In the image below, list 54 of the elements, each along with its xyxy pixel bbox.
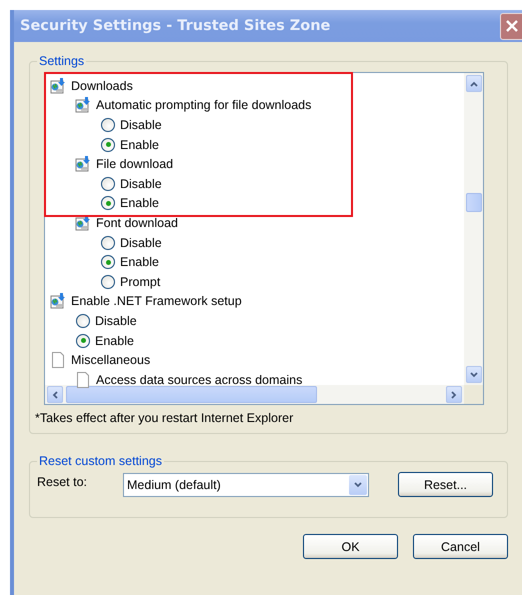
window-title: Security Settings - Trusted Sites Zone — [20, 18, 330, 34]
globe-download-icon — [75, 156, 91, 172]
close-button[interactable] — [500, 12, 522, 40]
scroll-up-button[interactable] — [466, 75, 482, 92]
option-label: Enable — [120, 196, 159, 210]
option-label: Enable — [120, 255, 159, 270]
setting-label: Automatic prompting for file downloads — [96, 98, 312, 112]
radio-button[interactable] — [101, 138, 115, 152]
setting-label: Access data sources across domains — [96, 372, 302, 387]
close-icon — [506, 20, 518, 32]
globe-download-icon — [75, 97, 91, 114]
radio-button[interactable] — [76, 314, 90, 328]
radio-button[interactable] — [101, 176, 115, 191]
option-label: Prompt — [120, 274, 160, 289]
reset-button[interactable]: Reset... — [398, 472, 493, 497]
page-icon — [50, 352, 66, 368]
page-icon — [75, 372, 91, 388]
scroll-thumb[interactable] — [466, 193, 482, 212]
scroll-down-button[interactable] — [466, 366, 482, 383]
setting-label: File download — [96, 157, 174, 172]
footnote-text: *Takes effect after you restart Internet Explorer — [35, 411, 294, 425]
setting-label: Miscellaneous — [71, 353, 150, 368]
scrollbar-corner — [464, 385, 483, 404]
globe-download-icon — [50, 78, 66, 94]
setting-label: Downloads — [71, 78, 133, 93]
horizontal-scrollbar[interactable] — [45, 385, 464, 404]
scroll-left-button[interactable] — [47, 386, 63, 403]
dialog-button[interactable]: OK — [303, 534, 398, 559]
option-label: Disable — [95, 314, 137, 328]
level-dropdown[interactable]: Medium (default) — [123, 472, 369, 496]
option-label: Disable — [120, 236, 162, 250]
chevron-down-icon — [354, 482, 362, 488]
scroll-thumb[interactable] — [66, 386, 317, 403]
option-label: Disable — [120, 118, 162, 132]
dialog-button[interactable]: Cancel — [413, 534, 508, 559]
vertical-scrollbar[interactable] — [464, 73, 483, 385]
setting-label: Enable .NET Framework setup — [71, 294, 242, 308]
radio-button[interactable] — [101, 196, 115, 210]
option-label: Disable — [120, 176, 162, 191]
reset-to-label: Reset to: — [37, 474, 88, 488]
radio-button[interactable] — [101, 255, 115, 270]
globe-download-icon — [50, 293, 66, 310]
scroll-right-button[interactable] — [446, 386, 462, 403]
group-legend: Settings — [37, 54, 86, 68]
option-label: Enable — [95, 334, 134, 348]
option-label: Enable — [120, 138, 159, 152]
radio-button[interactable] — [76, 334, 90, 348]
radio-button[interactable] — [101, 236, 115, 250]
group-legend: Reset custom settings — [37, 454, 164, 468]
dropdown-button[interactable] — [349, 474, 367, 494]
globe-download-icon — [75, 214, 91, 231]
radio-button[interactable] — [101, 118, 115, 132]
radio-button[interactable] — [101, 274, 115, 289]
setting-label: Font download — [96, 216, 178, 230]
